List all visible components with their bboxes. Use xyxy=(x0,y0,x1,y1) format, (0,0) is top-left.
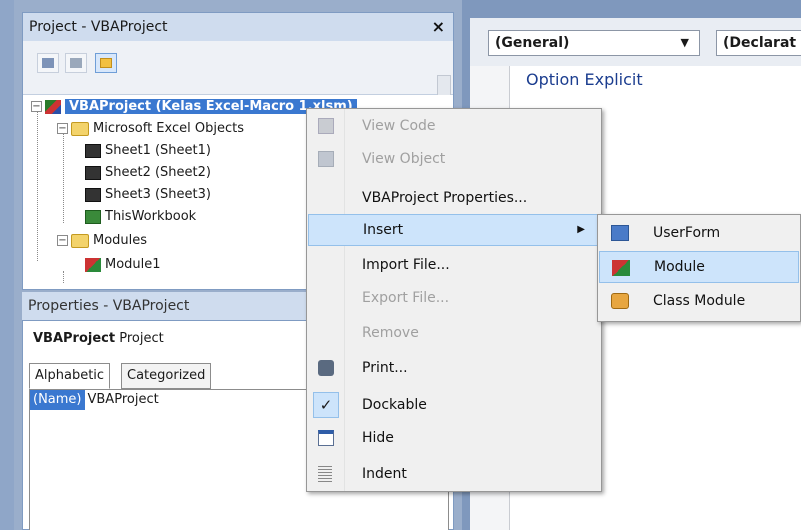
properties-object-name: VBAProject xyxy=(33,331,116,346)
procedure-dropdown-value: (Declarat xyxy=(723,35,797,51)
menu-item-view-object[interactable]: View Object xyxy=(308,143,600,175)
tree-item-label: Sheet3 (Sheet3) xyxy=(105,187,211,202)
menu-item-label: Print... xyxy=(362,360,408,376)
insert-submenu: UserForm Module Class Module xyxy=(597,214,801,322)
menu-item-label: Insert xyxy=(363,222,404,238)
folder-icon xyxy=(71,233,89,248)
folder-icon xyxy=(100,58,112,68)
menu-item-label: Dockable xyxy=(362,397,427,413)
project-explorer-title-text: Project - VBAProject xyxy=(29,19,168,35)
menu-item-hide[interactable]: Hide xyxy=(308,422,600,454)
tab-categorized[interactable]: Categorized xyxy=(121,363,212,389)
menu-item-label: View Code xyxy=(362,118,436,134)
project-explorer-toolbar xyxy=(23,41,453,115)
submenu-item-label: UserForm xyxy=(653,225,721,241)
menu-item-label: Remove xyxy=(362,325,419,341)
property-name: (Name) xyxy=(30,390,85,410)
menu-item-label: Indent xyxy=(362,466,407,482)
procedure-dropdown[interactable]: (Declarat xyxy=(716,30,801,56)
printer-icon xyxy=(318,360,334,376)
worksheet-icon xyxy=(85,165,101,180)
menu-item-label: View Object xyxy=(362,151,446,167)
collapse-icon[interactable]: − xyxy=(31,101,42,112)
menu-item-label: Hide xyxy=(362,430,394,446)
userform-icon xyxy=(611,225,629,241)
left-frame-edge xyxy=(0,0,14,530)
view-code-icon xyxy=(42,58,54,68)
tree-item-modules[interactable]: − Modules xyxy=(57,231,147,251)
code-line: Option Explicit xyxy=(526,70,643,89)
menu-item-label: VBAProject Properties... xyxy=(362,190,528,206)
worksheet-icon xyxy=(85,187,101,202)
tree-item-sheet1[interactable]: Sheet1 (Sheet1) xyxy=(85,141,211,161)
tree-item-label: ThisWorkbook xyxy=(105,209,197,224)
view-code-icon xyxy=(318,118,334,134)
menu-item-import-file[interactable]: Import File... xyxy=(308,249,600,281)
tree-item-label: Module1 xyxy=(105,257,161,272)
view-object-toolbar-button[interactable] xyxy=(65,53,87,73)
tree-connector xyxy=(63,131,64,223)
view-object-icon xyxy=(318,151,334,167)
menu-item-dockable[interactable]: ✓ Dockable xyxy=(308,389,600,421)
workbook-icon xyxy=(85,209,101,224)
view-code-toolbar-button[interactable] xyxy=(37,53,59,73)
check-icon: ✓ xyxy=(313,392,339,418)
indent-icon xyxy=(318,466,332,482)
menu-item-view-code[interactable]: View Code xyxy=(308,110,600,142)
tree-item-label: Microsoft Excel Objects xyxy=(93,121,244,136)
properties-object-type: Project xyxy=(119,331,164,346)
hide-window-icon xyxy=(318,430,334,446)
tree-item-module1[interactable]: Module1 xyxy=(85,255,161,275)
object-dropdown-value: (General) xyxy=(495,35,570,51)
object-dropdown[interactable]: (General) ▼ xyxy=(488,30,700,56)
tree-item-label: Sheet2 (Sheet2) xyxy=(105,165,211,180)
submenu-item-label: Class Module xyxy=(653,293,746,309)
property-row-name[interactable]: (Name) VBAProject xyxy=(30,390,159,410)
menu-item-remove[interactable]: Remove xyxy=(308,317,600,349)
submenu-item-userform[interactable]: UserForm xyxy=(599,217,799,249)
toggle-folders-toolbar-button[interactable] xyxy=(95,53,117,73)
tree-item-excel-objects[interactable]: − Microsoft Excel Objects xyxy=(57,119,244,139)
chevron-down-icon: ▼ xyxy=(680,36,689,49)
tree-item-sheet3[interactable]: Sheet3 (Sheet3) xyxy=(85,185,211,205)
view-object-icon xyxy=(70,58,82,68)
property-value[interactable]: VBAProject xyxy=(85,390,159,410)
menu-item-indent[interactable]: Indent xyxy=(308,458,600,490)
collapse-icon[interactable]: − xyxy=(57,235,68,246)
close-icon[interactable]: × xyxy=(432,17,445,36)
menu-item-export-file[interactable]: Export File... xyxy=(308,282,600,314)
menu-item-print[interactable]: Print... xyxy=(308,352,600,384)
submenu-arrow-icon: ▶ xyxy=(577,224,585,235)
menu-item-label: Import File... xyxy=(362,257,450,273)
tree-connector xyxy=(37,111,38,261)
project-explorer-title: Project - VBAProject × xyxy=(23,13,453,41)
tree-connector xyxy=(63,271,64,283)
menu-item-label: Export File... xyxy=(362,290,450,306)
module-icon xyxy=(612,260,630,276)
module-icon xyxy=(85,257,101,272)
collapse-icon[interactable]: − xyxy=(57,123,68,134)
menu-item-insert[interactable]: Insert ▶ xyxy=(308,214,600,246)
submenu-item-class-module[interactable]: Class Module xyxy=(599,285,799,317)
tree-item-label: Modules xyxy=(93,233,148,248)
tab-alphabetic[interactable]: Alphabetic xyxy=(29,363,111,389)
tree-item-sheet2[interactable]: Sheet2 (Sheet2) xyxy=(85,163,211,183)
folder-icon xyxy=(71,121,89,136)
context-menu: View Code View Object VBAProject Propert… xyxy=(306,108,602,492)
tree-item-thisworkbook[interactable]: ThisWorkbook xyxy=(85,207,196,227)
submenu-item-module[interactable]: Module xyxy=(599,251,799,283)
submenu-item-label: Module xyxy=(654,259,705,275)
vba-project-icon xyxy=(45,99,61,114)
class-module-icon xyxy=(611,293,629,309)
worksheet-icon xyxy=(85,143,101,158)
code-window-header: (General) ▼ (Declarat xyxy=(470,18,801,66)
tree-item-label: Sheet1 (Sheet1) xyxy=(105,143,211,158)
menu-item-vbaproject-properties[interactable]: VBAProject Properties... xyxy=(308,182,600,214)
